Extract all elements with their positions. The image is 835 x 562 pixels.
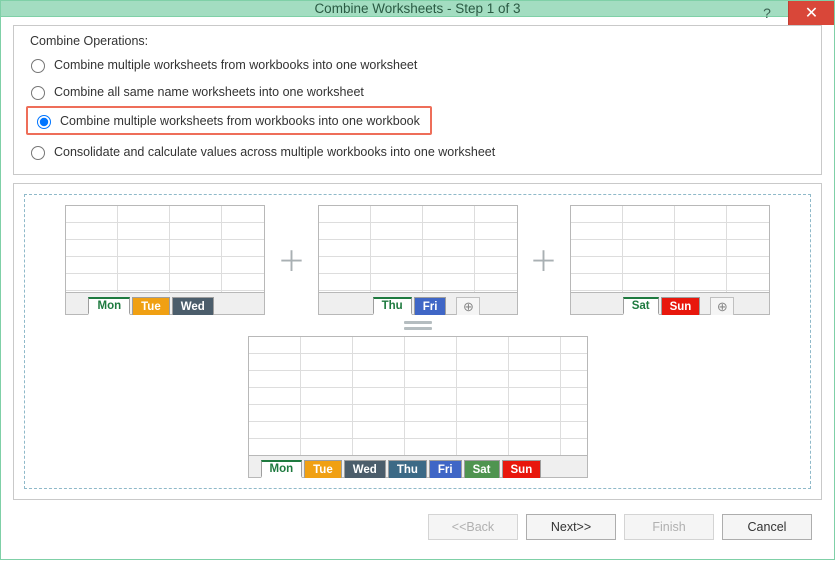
option-highlight: Combine multiple worksheets from workboo…: [26, 106, 432, 135]
workbook-c-tabs: Sat Sun ⊕: [571, 292, 769, 314]
workbook-b-tabs: Thu Fri ⊕: [319, 292, 517, 314]
button-row: <<Back Next>> Finish Cancel: [13, 506, 822, 550]
dialog-window: Combine Worksheets - Step 1 of 3 ? ✕ Com…: [0, 0, 835, 560]
option-one-worksheet[interactable]: Combine multiple worksheets from workboo…: [26, 48, 809, 75]
result-tab-tue: Tue: [304, 460, 342, 478]
plus-icon: ＋: [530, 240, 558, 280]
equals-icon: [404, 321, 432, 330]
tab-tue: Tue: [132, 297, 170, 315]
illustration-frame: Mon Tue Wed ＋ Thu Fri: [13, 183, 822, 500]
help-icon[interactable]: ?: [746, 1, 788, 25]
workbook-a-grid: [66, 206, 264, 292]
tab-mon: Mon: [88, 297, 130, 315]
radio-opt4-label: Consolidate and calculate values across …: [54, 145, 495, 159]
radio-opt3[interactable]: [37, 115, 51, 129]
workbook-c-grid: [571, 206, 769, 292]
titlebar: Combine Worksheets - Step 1 of 3 ? ✕: [1, 1, 834, 17]
workbook-result: Mon Tue Wed Thu Fri Sat Sun: [248, 336, 588, 478]
result-tab-sat: Sat: [464, 460, 500, 478]
plus-icon: ＋: [277, 240, 305, 280]
titlebar-controls: ? ✕: [746, 1, 834, 16]
radio-opt3-label: Combine multiple worksheets from workboo…: [60, 114, 420, 128]
workbook-result-tabs: Mon Tue Wed Thu Fri Sat Sun: [249, 455, 587, 477]
source-books-row: Mon Tue Wed ＋ Thu Fri: [39, 205, 796, 315]
radio-opt2[interactable]: [31, 86, 45, 100]
workbook-b: Thu Fri ⊕: [318, 205, 518, 315]
add-sheet-icon: ⊕: [456, 297, 480, 315]
back-button: <<Back: [428, 514, 518, 540]
option-consolidate[interactable]: Consolidate and calculate values across …: [26, 135, 809, 162]
radio-opt2-label: Combine all same name worksheets into on…: [54, 85, 364, 99]
window-title: Combine Worksheets - Step 1 of 3: [1, 1, 834, 16]
option-same-name[interactable]: Combine all same name worksheets into on…: [26, 75, 809, 102]
workbook-c: Sat Sun ⊕: [570, 205, 770, 315]
workbook-a: Mon Tue Wed: [65, 205, 265, 315]
close-icon[interactable]: ✕: [788, 1, 834, 25]
illustration-dashed: Mon Tue Wed ＋ Thu Fri: [24, 194, 811, 489]
tab-wed: Wed: [172, 297, 214, 315]
content-area: Combine Operations: Combine multiple wor…: [1, 17, 834, 562]
tab-fri: Fri: [414, 297, 447, 315]
radio-opt1[interactable]: [31, 59, 45, 73]
result-tab-thu: Thu: [388, 460, 427, 478]
option-one-workbook-row: Combine multiple worksheets from workboo…: [26, 102, 809, 135]
radio-opt1-label: Combine multiple worksheets from workboo…: [54, 58, 417, 72]
finish-button: Finish: [624, 514, 714, 540]
fieldset-legend: Combine Operations:: [26, 34, 152, 48]
result-tab-mon: Mon: [261, 460, 303, 478]
next-button[interactable]: Next>>: [526, 514, 616, 540]
combine-operations-fieldset: Combine Operations: Combine multiple wor…: [13, 25, 822, 175]
workbook-a-tabs: Mon Tue Wed: [66, 292, 264, 314]
workbook-b-grid: [319, 206, 517, 292]
result-tab-wed: Wed: [344, 460, 386, 478]
tab-sat: Sat: [623, 297, 659, 315]
radio-opt4[interactable]: [31, 146, 45, 160]
tab-sun: Sun: [661, 297, 701, 315]
result-tab-sun: Sun: [502, 460, 542, 478]
add-sheet-icon: ⊕: [710, 297, 734, 315]
tab-thu: Thu: [373, 297, 412, 315]
cancel-button[interactable]: Cancel: [722, 514, 812, 540]
result-tab-fri: Fri: [429, 460, 462, 478]
workbook-result-grid: [249, 337, 587, 455]
